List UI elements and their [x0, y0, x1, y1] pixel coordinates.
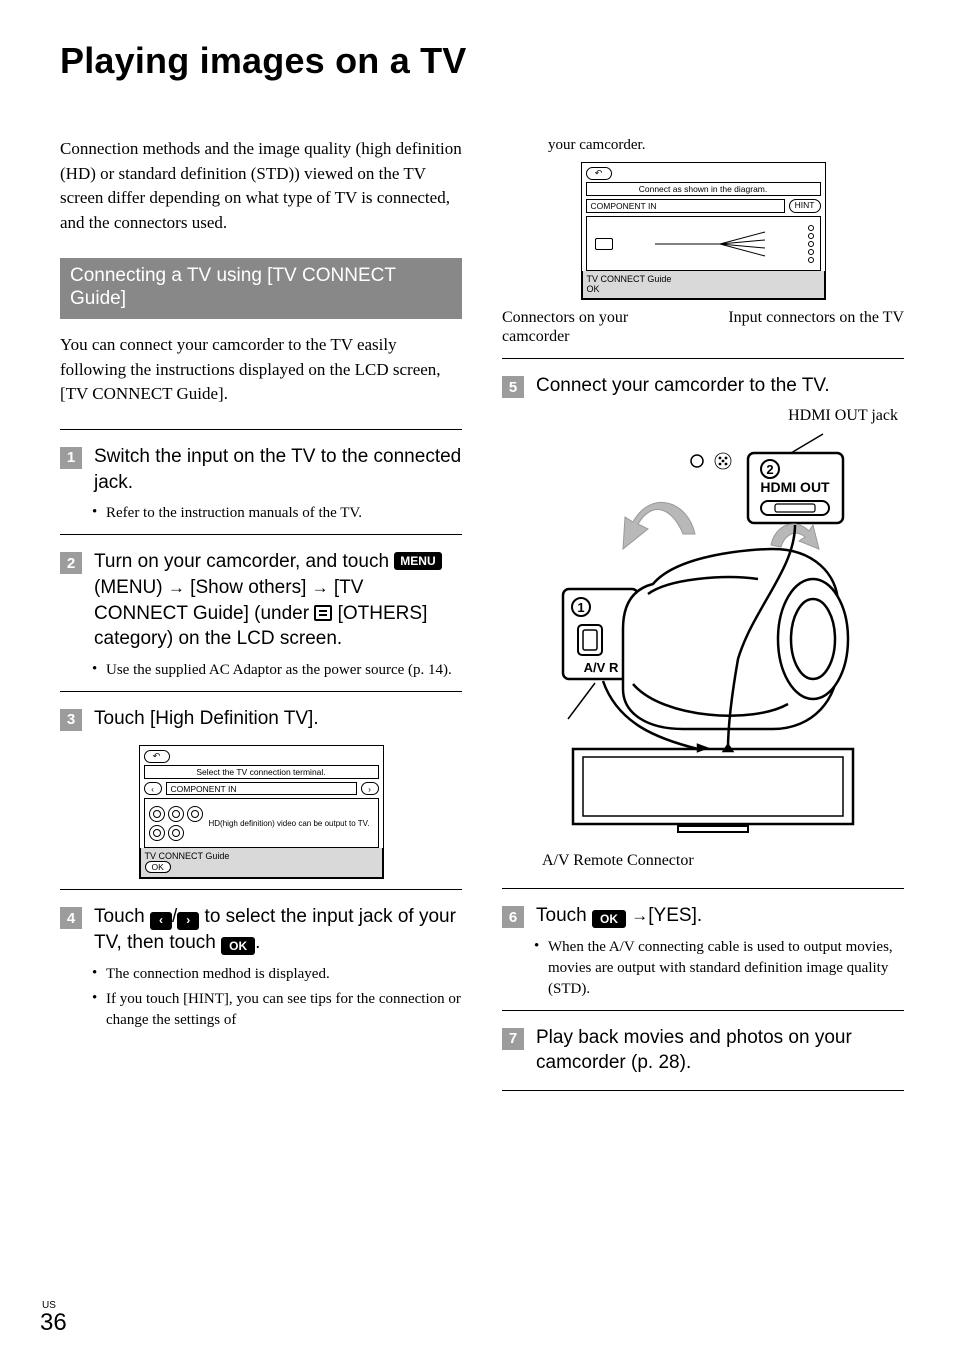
text: Turn on your camcorder, and touch: [94, 551, 394, 572]
step-text: Turn on your camcorder, and touch MENU (…: [94, 549, 462, 652]
step-number: 3: [60, 709, 82, 731]
step-4-continuation: your camcorder.: [548, 137, 904, 154]
text: (MENU): [94, 577, 168, 598]
lcd-footer-label: TV CONNECT Guide: [587, 274, 672, 284]
step-number: 4: [60, 907, 82, 929]
next-icon: ›: [361, 782, 379, 795]
page-number: 36: [40, 1309, 67, 1336]
connector-labels: Connectors on your camcorder Input conne…: [502, 308, 904, 346]
lcd-footer: TV CONNECT Guide OK: [140, 848, 383, 878]
text: Touch: [94, 906, 150, 927]
step-text: Touch [High Definition TV].: [94, 706, 319, 732]
lcd-footer: TV CONNECT Guide OK: [582, 271, 825, 299]
connection-diagram: 2 HDMI OUT 1 A/V R: [523, 429, 883, 839]
step-text: Play back movies and photos on your camc…: [536, 1025, 904, 1076]
hdmi-port-label: HDMI OUT: [760, 479, 830, 495]
right-column: your camcorder. ↶ Connect as shown in th…: [502, 137, 904, 1105]
step-5: 5 Connect your camcorder to the TV.: [502, 373, 904, 399]
lcd-tab: COMPONENT IN: [166, 782, 357, 795]
lcd-ok: OK: [587, 284, 600, 294]
lcd-title: Connect as shown in the diagram.: [586, 182, 821, 196]
lcd-screenshot-step4: ↶ Connect as shown in the diagram. COMPO…: [581, 162, 826, 300]
arrow-right-icon: →: [168, 578, 185, 597]
step-number: 7: [502, 1028, 524, 1050]
note: Refer to the instruction manuals of the …: [94, 503, 462, 524]
page-footer: US 36: [40, 1300, 67, 1337]
lcd-body: [586, 216, 821, 271]
lcd-footer-label: TV CONNECT Guide: [145, 851, 230, 861]
step-text: Touch ‹/› to select the input jack of yo…: [94, 904, 462, 955]
label-right: Input connectors on the TV: [728, 308, 904, 346]
text: .: [255, 932, 260, 953]
step-text: Switch the input on the TV to the connec…: [94, 444, 462, 495]
step-number: 5: [502, 376, 524, 398]
text: [YES].: [648, 905, 702, 926]
others-category-icon: [314, 605, 332, 621]
lcd-tab: COMPONENT IN: [586, 199, 785, 213]
step-7: 7 Play back movies and photos on your ca…: [502, 1025, 904, 1076]
step-number: 1: [60, 447, 82, 469]
note: When the A/V connecting cable is used to…: [536, 937, 904, 1000]
step-number: 2: [60, 552, 82, 574]
step-number: 6: [502, 906, 524, 928]
intro-paragraph: Connection methods and the image quality…: [60, 137, 462, 236]
page-title: Playing images on a TV: [60, 40, 904, 82]
divider: [60, 534, 462, 535]
section-heading: Connecting a TV using [TV CONNECT Guide]: [60, 258, 462, 320]
lcd-ok: OK: [145, 861, 171, 873]
lcd-desc: HD(high definition) video can be output …: [209, 819, 370, 828]
text: Touch: [536, 905, 592, 926]
label-left: Connectors on your camcorder: [502, 308, 683, 346]
divider: [502, 888, 904, 889]
cable-icon: [650, 224, 770, 264]
back-icon: ↶: [586, 167, 612, 180]
avr-connector-label: A/V Remote Connector: [542, 851, 904, 870]
step-6-notes: When the A/V connecting cable is used to…: [536, 937, 904, 1000]
note: If you touch [HINT], you can see tips fo…: [94, 989, 462, 1031]
left-key-icon: ‹: [150, 912, 172, 930]
divider: [502, 1090, 904, 1091]
lcd-screenshot-step3: ↶ Select the TV connection terminal. ‹ C…: [139, 745, 384, 879]
section-body: You can connect your camcorder to the TV…: [60, 333, 462, 407]
svg-text:2: 2: [766, 462, 773, 477]
step-1: 1 Switch the input on the TV to the conn…: [60, 444, 462, 495]
note: Use the supplied AC Adaptor as the power…: [94, 660, 462, 681]
divider: [60, 691, 462, 692]
menu-badge-icon: MENU: [394, 552, 441, 570]
step-3: 3 Touch [High Definition TV].: [60, 706, 462, 732]
step-4-notes: The connection medhod is displayed. If y…: [94, 964, 462, 1031]
camcorder-icon: [595, 238, 613, 250]
text: [Show others]: [190, 577, 311, 598]
component-jacks-icon: [149, 806, 203, 841]
divider: [60, 429, 462, 430]
step-text: Connect your camcorder to the TV.: [536, 373, 830, 399]
back-icon: ↶: [144, 750, 170, 763]
arrow-right-icon: →: [631, 906, 648, 925]
avr-port-label: A/V R: [584, 660, 619, 675]
divider: [502, 1010, 904, 1011]
tv-inputs-icon: [808, 225, 816, 263]
step-2-notes: Use the supplied AC Adaptor as the power…: [94, 660, 462, 681]
step-1-notes: Refer to the instruction manuals of the …: [94, 503, 462, 524]
ok-key-icon: OK: [592, 910, 626, 928]
hint-button: HINT: [789, 199, 821, 213]
svg-text:1: 1: [577, 600, 584, 615]
hdmi-jack-label: HDMI OUT jack: [502, 407, 898, 425]
divider: [60, 889, 462, 890]
diagram-svg: 2 HDMI OUT 1 A/V R: [523, 429, 883, 834]
left-column: Connection methods and the image quality…: [60, 137, 462, 1105]
divider: [502, 358, 904, 359]
arrow-right-icon: →: [312, 578, 329, 597]
lcd-body: HD(high definition) video can be output …: [144, 798, 379, 848]
prev-icon: ‹: [144, 782, 162, 795]
step-text: Touch OK →[YES].: [536, 903, 702, 929]
step-6: 6 Touch OK →[YES].: [502, 903, 904, 929]
ok-key-icon: OK: [221, 937, 255, 955]
step-4: 4 Touch ‹/› to select the input jack of …: [60, 904, 462, 955]
lcd-title: Select the TV connection terminal.: [144, 765, 379, 779]
right-key-icon: ›: [177, 912, 199, 930]
note: The connection medhod is displayed.: [94, 964, 462, 985]
step-2: 2 Turn on your camcorder, and touch MENU…: [60, 549, 462, 652]
